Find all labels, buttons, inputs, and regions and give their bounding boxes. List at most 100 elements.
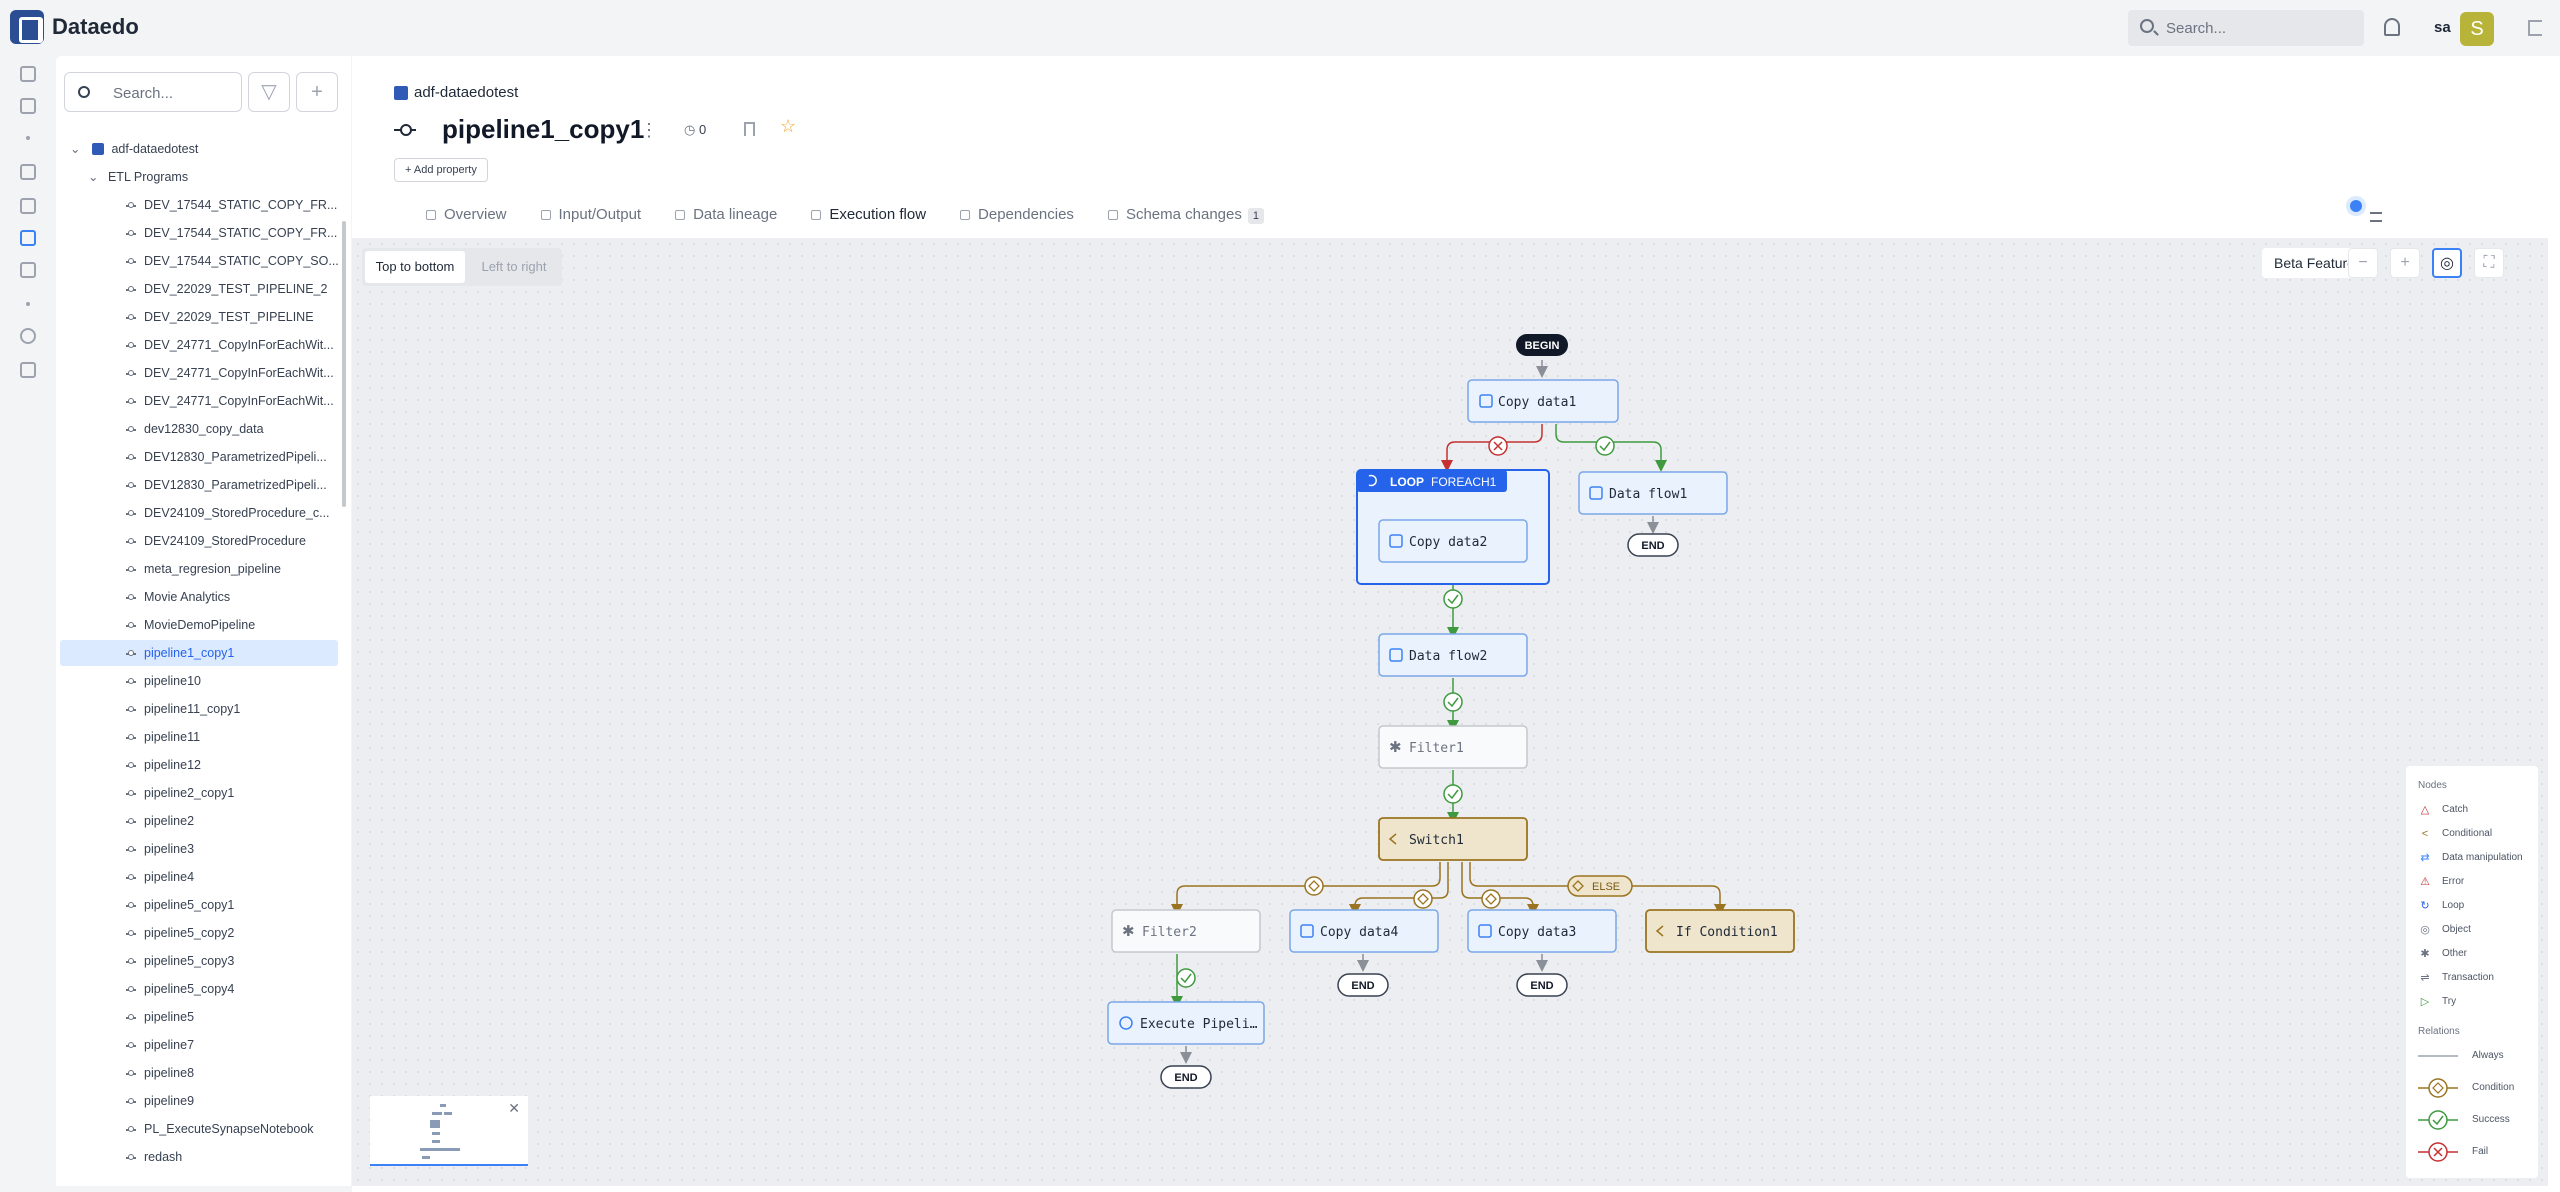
pipeline-icon [126, 929, 136, 936]
tree-item[interactable]: DEV24109_StoredProcedure [60, 528, 338, 554]
tree-item[interactable]: pipeline9 [60, 1088, 338, 1114]
tree-root[interactable]: ⌄ adf-dataedotest [60, 136, 338, 162]
clipboard-icon[interactable] [20, 262, 36, 278]
tree-item[interactable]: DEV12830_ParametrizedPipeli... [60, 444, 338, 470]
add-button[interactable]: + [296, 72, 338, 112]
tab-dependencies[interactable]: Dependencies [946, 204, 1094, 240]
user-initials[interactable]: sa [2434, 19, 2451, 36]
tree-item-label: DEV_22029_TEST_PIPELINE [144, 310, 314, 324]
tree-item[interactable]: pipeline3 [60, 836, 338, 862]
pipeline-icon [126, 761, 136, 768]
tab-execution-flow[interactable]: Execution flow [797, 204, 947, 240]
tree-item[interactable]: redash [60, 1144, 338, 1170]
legend-item: Error [2442, 876, 2465, 887]
tree-search-input[interactable]: Search... [64, 72, 242, 112]
tree-item[interactable]: MovieDemoPipeline [60, 612, 338, 638]
tree-item[interactable]: DEV_24771_CopyInForEachWit... [60, 388, 338, 414]
copy-data4-node[interactable]: Copy data4 [1289, 909, 1439, 953]
if-condition1-label: If Condition1 [1676, 925, 1778, 940]
settings-icon[interactable] [20, 328, 36, 344]
tree-item[interactable]: pipeline4 [60, 864, 338, 890]
star-icon[interactable]: ☆ [780, 116, 796, 137]
try-icon: ▷ [2420, 996, 2430, 1008]
book-icon[interactable] [20, 164, 36, 180]
execution-flow-canvas[interactable]: Top to bottom Left to right Beta Feature… [352, 238, 2548, 1186]
tree-item[interactable]: DEV24109_StoredProcedure_c... [60, 500, 338, 526]
tree-item[interactable]: pipeline5_copy1 [60, 892, 338, 918]
bookmark-icon[interactable] [744, 122, 755, 136]
data-flow2-node[interactable]: Data flow2 [1378, 633, 1528, 677]
tree-item[interactable]: pipeline11 [60, 724, 338, 750]
filter2-node[interactable]: ✱ Filter2 [1111, 909, 1261, 953]
legend-item: Loop [2442, 900, 2465, 911]
tree-item[interactable]: pipeline5 [60, 1004, 338, 1030]
dataedo-logo-icon[interactable] [10, 10, 44, 44]
tab-schema-changes[interactable]: Schema changes 1 [1094, 204, 1284, 240]
tree-item[interactable]: pipeline12 [60, 752, 338, 778]
legend-item: Transaction [2442, 972, 2494, 983]
global-search-input[interactable]: Search... [2128, 10, 2364, 46]
document-icon[interactable] [20, 98, 36, 114]
tree-search-placeholder: Search... [113, 85, 174, 102]
data-manipulation-icon: ⇄ [2420, 852, 2430, 864]
execute-pipeline-node[interactable]: Execute Pipeli… [1107, 1001, 1265, 1045]
notifications-count[interactable]: ◷ 0 [684, 122, 706, 138]
tree-item[interactable]: DEV_22029_TEST_PIPELINE [60, 304, 338, 330]
foreach1-loop-node[interactable]: LOOP FOREACH1 Copy data2 [1356, 469, 1550, 585]
pipeline-icon [126, 369, 136, 376]
tree-folder[interactable]: ⌄ ETL Programs [60, 164, 338, 190]
tree-item[interactable]: DEV12830_ParametrizedPipeli... [60, 472, 338, 498]
tree-item[interactable]: DEV_17544_STATIC_COPY_FR... [60, 192, 338, 218]
tree-item[interactable]: pipeline1_copy1 [60, 640, 338, 666]
add-property-button[interactable]: + Add property [394, 158, 488, 182]
tab-overview[interactable]: Overview [412, 204, 527, 240]
tree-item[interactable]: pipeline2_copy1 [60, 780, 338, 806]
if-condition1-node[interactable]: If Condition1 [1645, 909, 1795, 953]
logout-icon[interactable] [2528, 20, 2542, 36]
tab-input-output[interactable]: Input/Output [527, 204, 662, 240]
breadcrumb[interactable]: adf-dataedotest [414, 84, 518, 101]
tree-item[interactable]: pipeline5_copy3 [60, 948, 338, 974]
tree-item[interactable]: pipeline5_copy4 [60, 976, 338, 1002]
explorer-icon[interactable] [20, 230, 36, 246]
pipeline-icon [126, 901, 136, 908]
copy-data3-node[interactable]: Copy data3 [1467, 909, 1617, 953]
tree-item[interactable]: DEV_24771_CopyInForEachWit... [60, 332, 338, 358]
tree-item[interactable]: pipeline5_copy2 [60, 920, 338, 946]
app-name[interactable]: Dataedo [52, 14, 139, 40]
tree-scrollbar[interactable] [342, 221, 346, 507]
tree-item[interactable]: DEV_22029_TEST_PIPELINE_2 [60, 276, 338, 302]
filter1-node[interactable]: ✱ Filter1 [1378, 725, 1528, 769]
bell-icon[interactable] [2384, 18, 2400, 36]
settings-sliders-icon[interactable] [2370, 212, 2382, 222]
tree-item[interactable]: DEV_24771_CopyInForEachWit... [60, 360, 338, 386]
execution-flow-icon [811, 210, 822, 220]
tree-item[interactable]: DEV_17544_STATIC_COPY_SO... [60, 248, 338, 274]
tree-item[interactable]: pipeline8 [60, 1060, 338, 1086]
filter-button[interactable]: ▽ [248, 72, 290, 112]
tree-item[interactable]: DEV_17544_STATIC_COPY_FR... [60, 220, 338, 246]
database-search-icon[interactable] [20, 198, 36, 214]
tree-root-label: adf-dataedotest [111, 142, 199, 156]
filter1-label: Filter1 [1409, 741, 1464, 756]
copy-data1-node[interactable]: Copy data1 [1467, 379, 1619, 423]
tree-item[interactable]: PL_ExecuteSynapseNotebook [60, 1116, 338, 1142]
switch1-node[interactable]: Switch1 [1378, 817, 1528, 861]
tree-item-label: pipeline2 [144, 814, 195, 828]
more-options-icon[interactable]: ⋮ [640, 120, 658, 141]
tree-item[interactable]: pipeline11_copy1 [60, 696, 338, 722]
tree-item[interactable]: pipeline2 [60, 808, 338, 834]
connector-icon[interactable] [20, 362, 36, 378]
tree-item[interactable]: Movie Analytics [60, 584, 338, 610]
tree-item[interactable]: dev12830_copy_data [60, 416, 338, 442]
minimap[interactable]: ✕ [370, 1096, 528, 1166]
tab-data-lineage[interactable]: Data lineage [661, 204, 797, 240]
dashboard-icon[interactable] [20, 66, 36, 82]
data-flow1-node[interactable]: Data flow1 [1578, 471, 1728, 515]
tree-item[interactable]: pipeline7 [60, 1032, 338, 1058]
tree-item[interactable]: meta_regresion_pipeline [60, 556, 338, 582]
begin-node[interactable]: BEGIN [1516, 334, 1568, 356]
tree-item[interactable]: pipeline10 [60, 668, 338, 694]
close-icon[interactable]: ✕ [508, 1100, 520, 1117]
avatar[interactable]: S [2460, 12, 2494, 46]
